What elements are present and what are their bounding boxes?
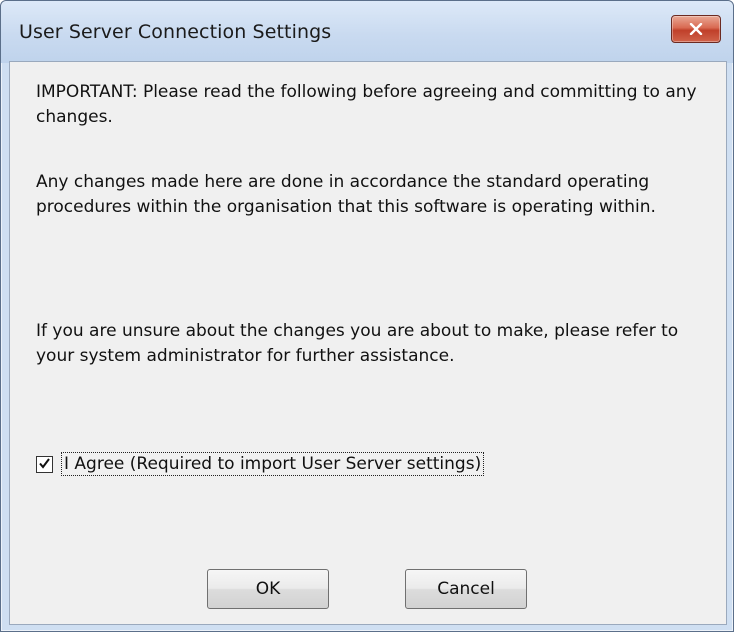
checkmark-icon: [38, 455, 51, 474]
cancel-button[interactable]: Cancel: [405, 569, 527, 609]
ok-button[interactable]: OK: [207, 569, 329, 609]
title-bar[interactable]: User Server Connection Settings: [1, 1, 733, 63]
dialog-window: User Server Connection Settings IMPORTAN…: [0, 0, 734, 632]
agree-label[interactable]: I Agree (Required to import User Server …: [61, 452, 485, 476]
policy-notice: Any changes made here are done in accord…: [36, 172, 656, 217]
important-notice: IMPORTANT: Please read the following bef…: [36, 82, 697, 127]
close-button[interactable]: [671, 15, 721, 43]
window-title: User Server Connection Settings: [19, 21, 332, 43]
agree-row[interactable]: I Agree (Required to import User Server …: [36, 452, 485, 476]
help-notice: If you are unsure about the changes you …: [36, 321, 679, 366]
close-icon: [689, 20, 703, 39]
agree-checkbox[interactable]: [36, 455, 53, 474]
dialog-content: IMPORTANT: Please read the following bef…: [9, 61, 727, 625]
